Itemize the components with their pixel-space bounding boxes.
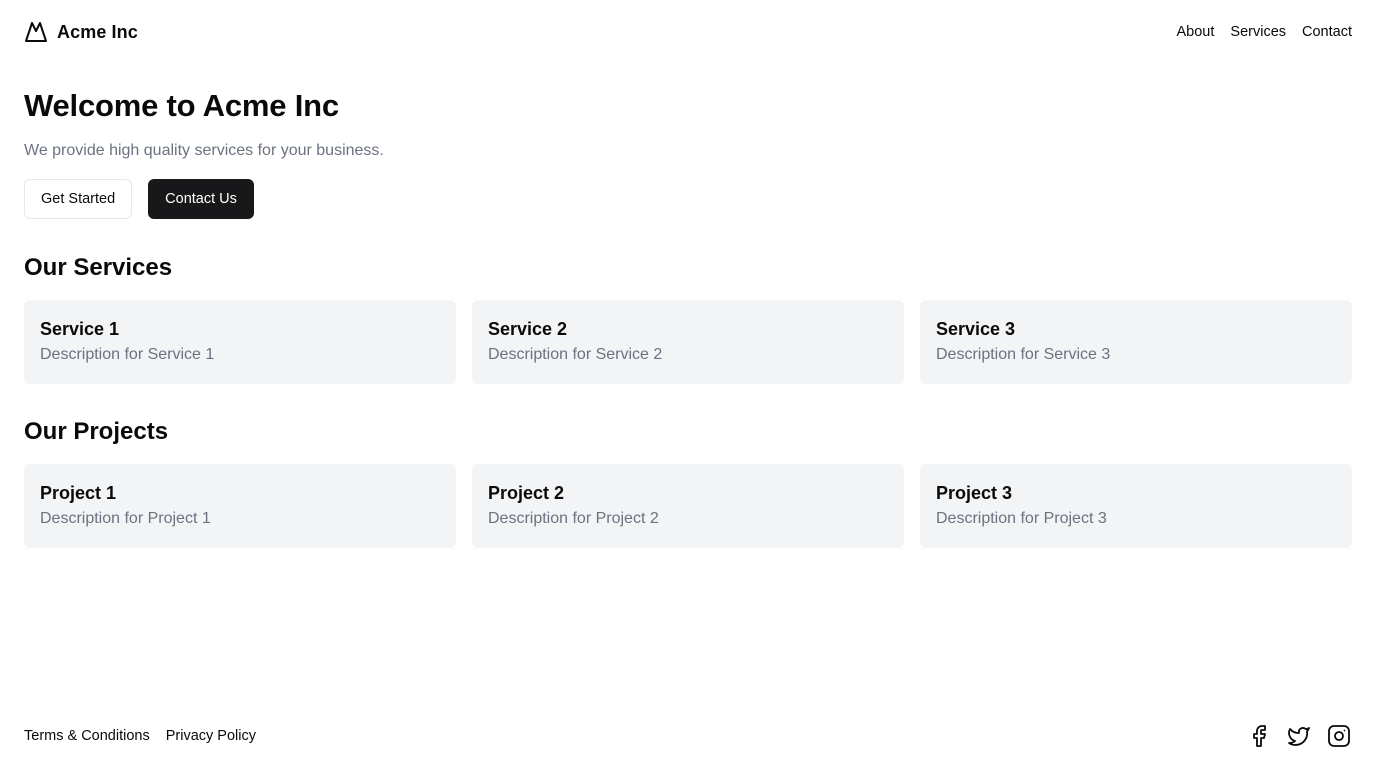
services-section: Our Services Service 1 Description for S…	[24, 252, 1352, 384]
site-footer: Terms & Conditions Privacy Policy	[24, 716, 1352, 756]
project-card: Project 2 Description for Project 2	[472, 464, 904, 548]
projects-grid: Project 1 Description for Project 1 Proj…	[24, 464, 1352, 548]
project-card-description: Description for Project 2	[488, 510, 659, 527]
nav-link-about[interactable]: About	[1177, 24, 1215, 40]
project-card-description: Description for Project 3	[936, 510, 1107, 527]
project-card: Project 1 Description for Project 1	[24, 464, 456, 548]
project-card-title: Project 3	[936, 483, 1013, 503]
services-grid: Service 1 Description for Service 1 Serv…	[24, 300, 1352, 384]
service-card-title: Service 1	[40, 319, 120, 339]
hero-actions: Get Started Contact Us	[24, 179, 384, 219]
service-card-title: Service 2	[488, 319, 568, 339]
page: Acme Inc About Services Contact Welcome …	[0, 0, 1376, 768]
service-card-description: Description for Service 1	[40, 346, 215, 363]
hero-title: Welcome to Acme Inc	[24, 88, 339, 123]
nav-link-services[interactable]: Services	[1230, 24, 1286, 40]
mountain-icon	[24, 20, 48, 44]
brand-name: Acme Inc	[57, 21, 138, 42]
projects-section: Our Projects Project 1 Description for P…	[24, 416, 1352, 548]
facebook-icon[interactable]	[1246, 723, 1272, 749]
services-heading: Our Services	[24, 254, 173, 281]
main-nav: About Services Contact	[1177, 24, 1353, 40]
project-card: Project 3 Description for Project 3	[920, 464, 1352, 548]
service-card: Service 3 Description for Service 3	[920, 300, 1352, 384]
get-started-button[interactable]: Get Started	[24, 179, 133, 219]
nav-link-contact[interactable]: Contact	[1302, 24, 1352, 40]
project-card-description: Description for Project 1	[40, 510, 211, 527]
service-card: Service 2 Description for Service 2	[472, 300, 904, 384]
social-links	[1246, 723, 1352, 749]
footer-links: Terms & Conditions Privacy Policy	[24, 728, 256, 744]
terms-link[interactable]: Terms & Conditions	[24, 728, 150, 744]
service-card: Service 1 Description for Service 1	[24, 300, 456, 384]
privacy-link[interactable]: Privacy Policy	[166, 728, 256, 744]
brand-link[interactable]: Acme Inc	[24, 20, 138, 44]
twitter-icon[interactable]	[1286, 723, 1312, 749]
projects-heading: Our Projects	[24, 418, 169, 445]
project-card-title: Project 1	[40, 483, 117, 503]
site-header: Acme Inc About Services Contact	[24, 0, 1352, 64]
service-card-description: Description for Service 3	[936, 346, 1111, 363]
service-card-title: Service 3	[936, 319, 1016, 339]
hero-subtitle: We provide high quality services for you…	[24, 142, 384, 159]
instagram-icon[interactable]	[1326, 723, 1352, 749]
service-card-description: Description for Service 2	[488, 346, 663, 363]
project-card-title: Project 2	[488, 483, 565, 503]
hero-section: Welcome to Acme Inc We provide high qual…	[24, 86, 384, 219]
contact-us-button[interactable]: Contact Us	[148, 179, 254, 219]
